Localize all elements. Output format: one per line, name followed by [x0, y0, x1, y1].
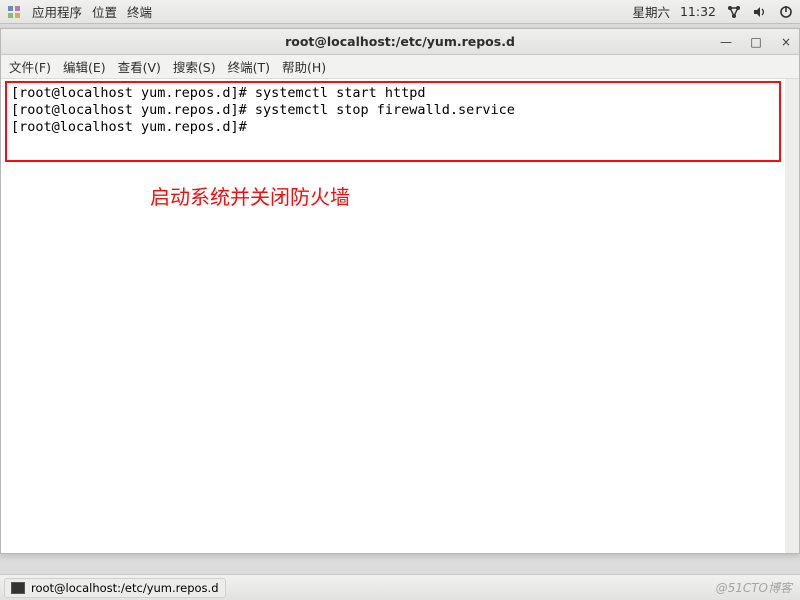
menu-view[interactable]: 查看(V) [118, 57, 161, 76]
terminal-line: [root@localhost yum.repos.d]# systemctl … [11, 102, 775, 119]
power-icon[interactable] [778, 4, 794, 20]
window-title: root@localhost:/etc/yum.repos.d [1, 34, 799, 49]
places-menu[interactable]: 位置 [92, 2, 117, 21]
maximize-button[interactable]: □ [749, 35, 763, 49]
bottom-panel: root@localhost:/etc/yum.repos.d @51CTO博客 [0, 574, 800, 600]
terminal-task-icon [11, 582, 25, 594]
scrollbar[interactable] [785, 79, 799, 553]
menu-help[interactable]: 帮助(H) [282, 57, 326, 76]
highlight-box: [root@localhost yum.repos.d]# systemctl … [5, 81, 781, 162]
volume-icon[interactable] [752, 4, 768, 20]
watermark-text: @51CTO博客 [716, 579, 796, 596]
terminal-line: [root@localhost yum.repos.d]# [11, 119, 775, 136]
terminal-window: root@localhost:/etc/yum.repos.d — □ × 文件… [0, 28, 800, 554]
menu-edit[interactable]: 编辑(E) [63, 57, 106, 76]
gnome-top-panel: 应用程序 位置 终端 星期六 11:32 [0, 0, 800, 24]
menu-search[interactable]: 搜索(S) [173, 57, 216, 76]
taskbar-label: root@localhost:/etc/yum.repos.d [31, 581, 219, 595]
window-titlebar[interactable]: root@localhost:/etc/yum.repos.d — □ × [1, 29, 799, 55]
applications-menu[interactable]: 应用程序 [32, 2, 82, 21]
annotation-text: 启动系统并关闭防火墙 [150, 190, 781, 207]
terminal-menubar: 文件(F) 编辑(E) 查看(V) 搜索(S) 终端(T) 帮助(H) [1, 55, 799, 79]
minimize-button[interactable]: — [719, 35, 733, 49]
clock-time[interactable]: 11:32 [680, 4, 716, 19]
network-icon[interactable] [726, 4, 742, 20]
activities-icon[interactable] [6, 4, 22, 20]
menu-file[interactable]: 文件(F) [9, 57, 51, 76]
terminal-line: [root@localhost yum.repos.d]# systemctl … [11, 85, 775, 102]
terminal-menu[interactable]: 终端 [127, 2, 152, 21]
terminal-body[interactable]: [root@localhost yum.repos.d]# systemctl … [1, 79, 799, 553]
taskbar-window-button[interactable]: root@localhost:/etc/yum.repos.d [4, 578, 226, 598]
menu-terminal[interactable]: 终端(T) [228, 57, 270, 76]
close-button[interactable]: × [779, 35, 793, 49]
clock-day[interactable]: 星期六 [632, 2, 670, 21]
